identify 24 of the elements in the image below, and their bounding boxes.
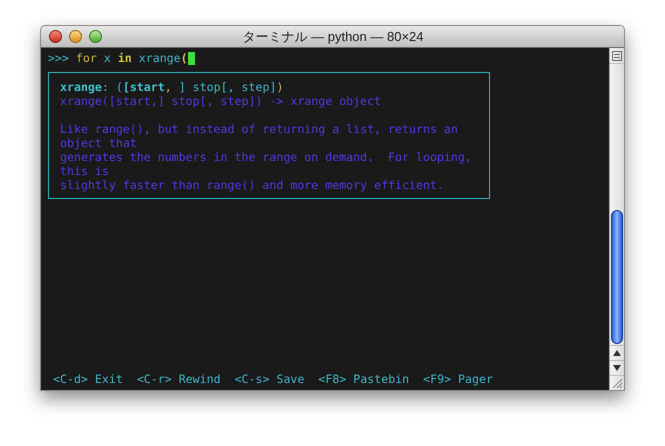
shortcut-hint: <C-r> Rewind xyxy=(136,372,221,386)
doc-text-line: slightly faster than range() and more memory efficient. xyxy=(60,178,445,192)
split-icon[interactable] xyxy=(612,50,622,60)
doc-text-line: this is xyxy=(60,164,110,178)
up-arrow-icon[interactable] xyxy=(613,350,621,356)
shortcut-hint: <C-d> Exit xyxy=(53,372,123,386)
resize-grip-icon[interactable] xyxy=(612,378,623,389)
close-button[interactable] xyxy=(49,30,62,43)
zoom-button[interactable] xyxy=(89,30,102,43)
window-title: ターミナル — python — 80×24 xyxy=(242,28,424,46)
prompt-line: >>> for x in xrange( xyxy=(48,51,188,65)
shortcut-hint: <F8> Pastebin xyxy=(318,372,410,386)
doc-text-line: object that xyxy=(60,136,138,150)
doc-text-line: Like range(), but instead of returning a list, returns an xyxy=(60,122,459,136)
shortcut-hint: <F9> Pager xyxy=(423,372,493,386)
down-arrow-icon[interactable] xyxy=(613,365,621,371)
signature-line: xrange: ([start, ] stop[, step]) xyxy=(60,80,284,94)
minimize-button[interactable] xyxy=(69,30,82,43)
scrollbar[interactable] xyxy=(609,48,624,390)
doc-text-line: generates the numbers in the range on demand. For looping, xyxy=(60,150,473,164)
cursor-icon xyxy=(188,52,195,64)
scroll-thumb[interactable] xyxy=(611,210,623,344)
doc-text-line: xrange([start,] stop[, step]) -> xrange object xyxy=(60,94,382,108)
shortcut-hint: <C-s> Save xyxy=(234,372,304,386)
